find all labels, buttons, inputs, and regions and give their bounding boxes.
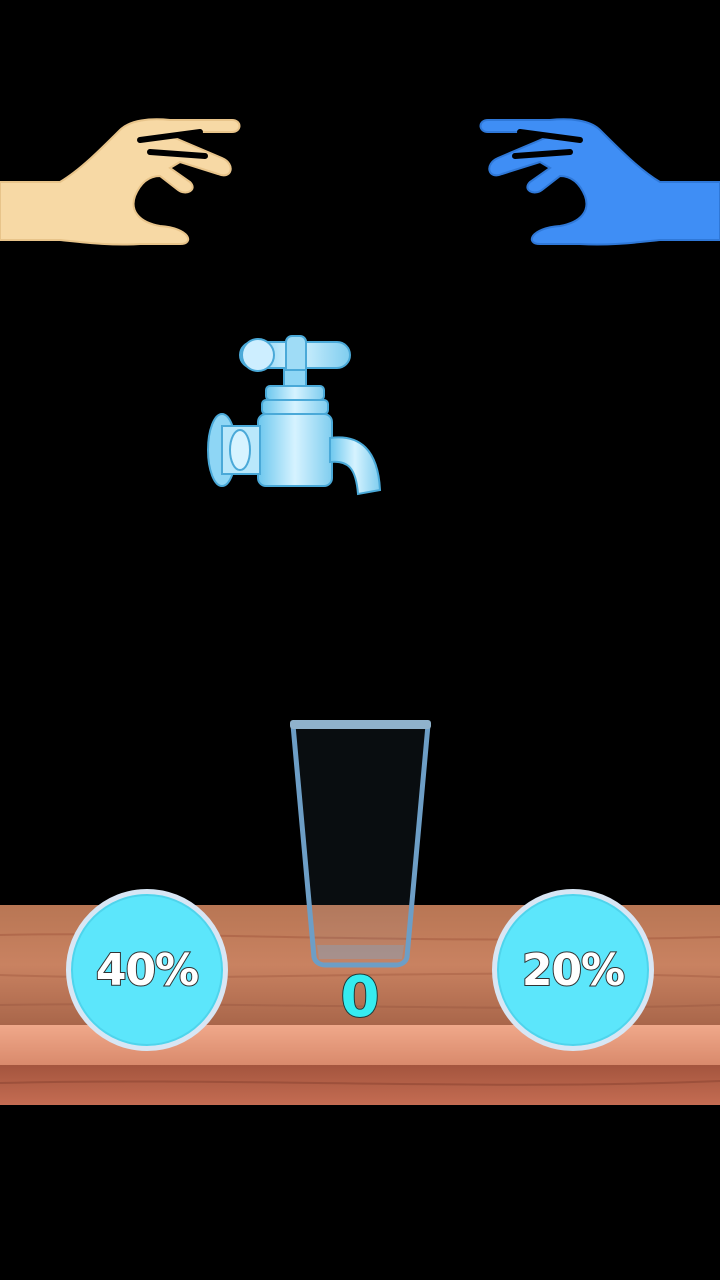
right-percentage-button[interactable]: 20% <box>492 889 654 1051</box>
empty-glass-icon <box>290 720 431 968</box>
left-percentage-button[interactable]: 40% <box>66 889 228 1051</box>
right-hand-icon <box>479 118 720 246</box>
right-percentage-label: 20% <box>521 944 626 997</box>
water-faucet-icon[interactable] <box>200 330 390 505</box>
left-percentage-label: 40% <box>95 944 200 997</box>
left-hand-icon <box>0 118 241 246</box>
score-counter: 0 <box>340 964 381 1031</box>
